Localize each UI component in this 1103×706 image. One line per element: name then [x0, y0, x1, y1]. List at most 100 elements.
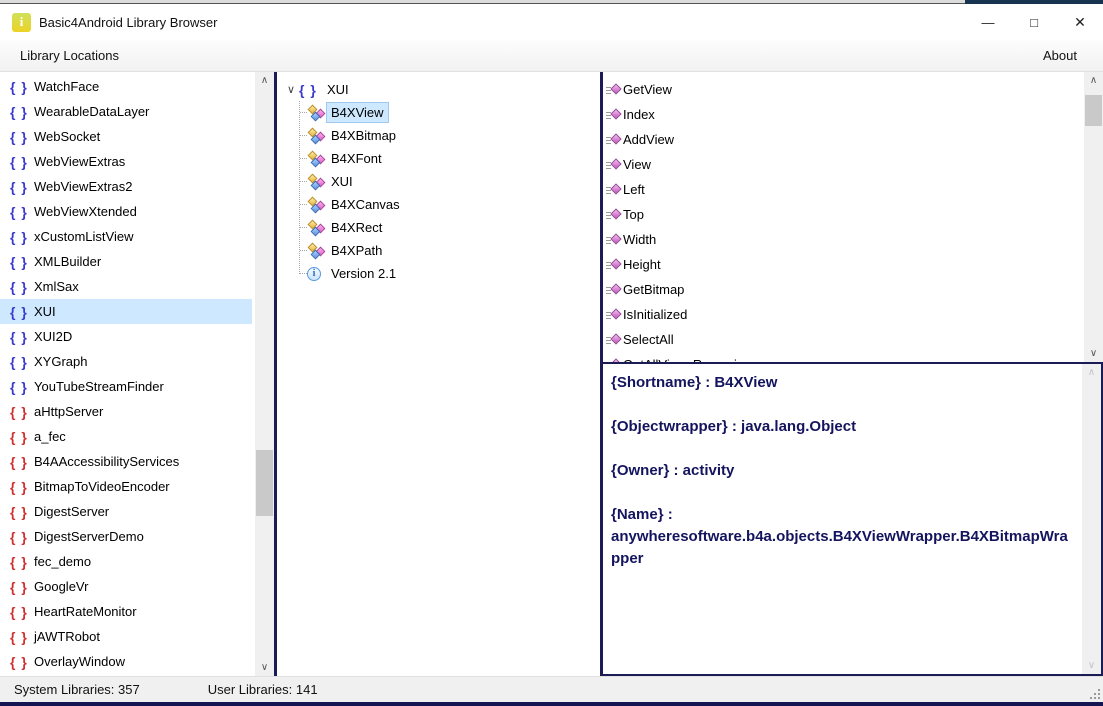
- method-icon: [606, 132, 623, 147]
- library-item[interactable]: { } YouTubeStreamFinder: [0, 374, 252, 399]
- tree-class-label: XUI: [331, 174, 353, 189]
- member-item[interactable]: GetView: [603, 77, 1084, 102]
- library-item[interactable]: { } DigestServerDemo: [0, 524, 252, 549]
- menu-about[interactable]: About: [1037, 44, 1083, 67]
- library-item[interactable]: { } XUI2D: [0, 324, 252, 349]
- library-item[interactable]: { } B4AAccessibilityServices: [0, 449, 252, 474]
- tree-connector: [300, 181, 307, 182]
- library-item[interactable]: { } HeartRateMonitor: [0, 599, 252, 624]
- library-list-scrollbar[interactable]: ∧ ∨: [255, 72, 274, 676]
- library-item-label: YouTubeStreamFinder: [34, 379, 164, 394]
- scroll-down-icon[interactable]: ∨: [255, 659, 274, 676]
- braces-icon: { }: [10, 353, 28, 370]
- library-item[interactable]: { } jAWTRobot: [0, 624, 252, 649]
- method-icon-diamond: [610, 107, 622, 120]
- braces-icon: { }: [10, 453, 28, 470]
- library-item[interactable]: { } xCustomListView: [0, 224, 252, 249]
- library-item[interactable]: { } a_fec: [0, 424, 252, 449]
- library-item[interactable]: { } fec_demo: [0, 549, 252, 574]
- library-item[interactable]: { } WebSocket: [0, 124, 252, 149]
- tree-class-item[interactable]: B4XCanvas: [277, 193, 600, 216]
- menu-library-locations[interactable]: Library Locations: [14, 44, 125, 67]
- tree-class-item[interactable]: B4XView: [277, 101, 600, 124]
- tree-class-label: B4XView: [326, 102, 389, 123]
- method-icon: [606, 207, 623, 222]
- library-item-label: fec_demo: [34, 554, 92, 569]
- library-item[interactable]: { } BitmapToVideoEncoder: [0, 474, 252, 499]
- scrollbar-thumb[interactable]: [1085, 95, 1102, 126]
- member-item[interactable]: GetAllViewsRecursive: [603, 352, 1084, 362]
- tree-connector: [300, 227, 307, 228]
- library-item[interactable]: { } XMLBuilder: [0, 249, 252, 274]
- member-item[interactable]: Width: [603, 227, 1084, 252]
- scrollbar-thumb[interactable]: [256, 450, 273, 516]
- class-icon: [307, 219, 327, 237]
- library-item[interactable]: { } WebViewXtended: [0, 199, 252, 224]
- member-item[interactable]: AddView: [603, 127, 1084, 152]
- member-item-label: Width: [623, 232, 657, 247]
- library-item-label: WatchFace: [34, 79, 100, 94]
- member-item[interactable]: GetBitmap: [603, 277, 1084, 302]
- library-item[interactable]: { } WebViewExtras: [0, 149, 252, 174]
- library-item[interactable]: { } WearableDataLayer: [0, 99, 252, 124]
- library-item[interactable]: { } XYGraph: [0, 349, 252, 374]
- maximize-button[interactable]: □: [1011, 4, 1057, 40]
- scroll-down-icon[interactable]: ∨: [1084, 345, 1103, 362]
- library-item[interactable]: { } aHttpServer: [0, 399, 252, 424]
- library-item[interactable]: { } OverlayWindow: [0, 649, 252, 674]
- braces-icon: { }: [10, 553, 28, 570]
- method-icon-diamond: [610, 232, 622, 245]
- member-item[interactable]: View: [603, 152, 1084, 177]
- scroll-up-icon[interactable]: ∧: [255, 72, 274, 89]
- tree-class-item[interactable]: B4XRect: [277, 216, 600, 239]
- library-item-label: XYGraph: [34, 354, 88, 369]
- tree-class-item[interactable]: XUI: [277, 170, 600, 193]
- tree-class-item[interactable]: B4XBitmap: [277, 124, 600, 147]
- braces-icon: { }: [10, 403, 28, 420]
- braces-icon: { }: [10, 378, 28, 395]
- chevron-down-icon[interactable]: ∨: [283, 83, 299, 96]
- braces-icon: { }: [10, 103, 28, 120]
- method-icon-diamond: [610, 182, 622, 195]
- member-item-label: AddView: [623, 132, 675, 147]
- library-item-label: xCustomListView: [34, 229, 134, 244]
- class-icon: [307, 150, 327, 168]
- tree-class-item[interactable]: B4XPath: [277, 239, 600, 262]
- scroll-up-icon[interactable]: ∧: [1084, 72, 1103, 89]
- member-list-scrollbar[interactable]: ∧ ∨: [1084, 72, 1103, 362]
- member-item[interactable]: Index: [603, 102, 1084, 127]
- library-item-label: a_fec: [34, 429, 66, 444]
- library-item-label: XUI: [34, 304, 56, 319]
- tree-connector: [300, 112, 307, 113]
- tree-version-item[interactable]: i Version 2.1: [277, 262, 600, 285]
- member-item-label: GetBitmap: [623, 282, 685, 297]
- member-item[interactable]: Left: [603, 177, 1084, 202]
- method-icon-diamond: [610, 157, 622, 170]
- member-item[interactable]: Top: [603, 202, 1084, 227]
- library-item[interactable]: { } XmlSax: [0, 274, 252, 299]
- member-item[interactable]: SelectAll: [603, 327, 1084, 352]
- method-icon: [606, 107, 623, 122]
- method-icon-diamond: [610, 82, 622, 95]
- library-item[interactable]: { } XUI: [0, 299, 252, 324]
- scroll-down-icon[interactable]: ∨: [1082, 657, 1101, 674]
- member-item[interactable]: IsInitialized: [603, 302, 1084, 327]
- resize-grip[interactable]: [1088, 687, 1100, 699]
- library-item-label: OverlayWindow: [34, 654, 126, 669]
- library-item-label: GoogleVr: [34, 579, 89, 594]
- library-item[interactable]: { } GoogleVr: [0, 574, 252, 599]
- library-item[interactable]: { } DigestServer: [0, 499, 252, 524]
- details-scrollbar[interactable]: ∧ ∨: [1082, 364, 1101, 674]
- library-item-label: jAWTRobot: [34, 629, 100, 644]
- tree-connector: [300, 273, 307, 274]
- tree-root-item[interactable]: ∨{ } XUI: [277, 78, 600, 101]
- member-item[interactable]: Height: [603, 252, 1084, 277]
- minimize-button[interactable]: —: [965, 4, 1011, 40]
- close-button[interactable]: ✕: [1057, 4, 1103, 40]
- library-item[interactable]: { } WatchFace: [0, 74, 252, 99]
- braces-icon: { }: [10, 628, 28, 645]
- tree-class-item[interactable]: B4XFont: [277, 147, 600, 170]
- scroll-up-icon[interactable]: ∧: [1082, 364, 1101, 381]
- braces-icon: { }: [10, 478, 28, 495]
- library-item[interactable]: { } WebViewExtras2: [0, 174, 252, 199]
